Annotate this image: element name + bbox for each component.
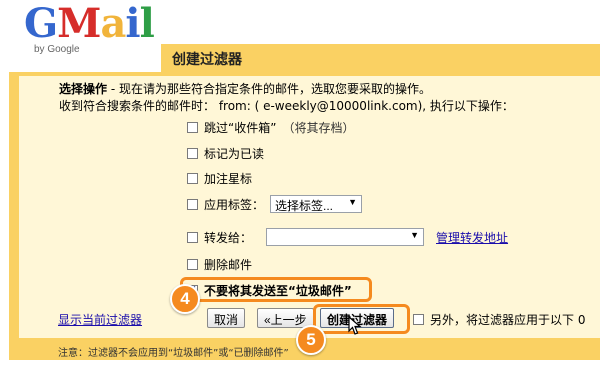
- option-mark-read[interactable]: 标记为已读: [187, 145, 264, 162]
- skip-inbox-checkbox[interactable]: [187, 122, 198, 133]
- intro-label: 选择操作: [59, 82, 108, 96]
- gmail-wordmark: GMail: [24, 0, 155, 47]
- step4-badge: 4: [170, 284, 200, 314]
- logo-letter-g: G: [24, 0, 58, 47]
- star-label: 加注星标: [204, 172, 253, 186]
- label-select-value: 选择标签...: [275, 199, 334, 213]
- delete-label: 删除邮件: [204, 258, 253, 272]
- option-star[interactable]: 加注星标: [187, 170, 252, 187]
- chevron-down-icon: ▼: [410, 230, 420, 240]
- page-header: 创建过滤器: [161, 44, 600, 72]
- label-select[interactable]: 选择标签... ▼: [270, 195, 363, 213]
- forward-select[interactable]: ▼: [266, 228, 425, 246]
- star-checkbox[interactable]: [187, 173, 198, 184]
- show-filters-link[interactable]: 显示当前过滤器: [58, 311, 142, 328]
- footnote: 注意：过滤器不会应用到“垃圾邮件”或“已删除邮件”: [58, 348, 289, 359]
- option-forward[interactable]: 转发给： ▼ 管理转发地址: [187, 228, 508, 246]
- chevron-down-icon: ▼: [348, 197, 358, 207]
- criteria-line: 收到符合搜索条件的邮件时： from: ( e-weekly@10000link…: [59, 99, 514, 113]
- apply-label-text: 应用标签：: [204, 197, 265, 212]
- skip-inbox-hint: （将其存档）: [282, 121, 355, 135]
- option-apply-label[interactable]: 应用标签： 选择标签... ▼: [187, 195, 363, 213]
- also-apply-label: 另外，将过滤器应用于以下 0: [430, 313, 586, 327]
- logo-byline: by Google: [34, 44, 80, 55]
- also-apply-checkbox[interactable]: [413, 314, 424, 325]
- forward-label: 转发给：: [204, 230, 253, 245]
- option-delete[interactable]: 删除邮件: [187, 256, 252, 273]
- option-skip-inbox[interactable]: 跳过“收件箱” （将其存档）: [187, 119, 354, 136]
- mark-read-checkbox[interactable]: [187, 148, 198, 159]
- apply-label-checkbox[interactable]: [187, 198, 198, 210]
- intro-line: 选择操作 - 现在请为那些符合指定条件的邮件，选取您要采取的操作。: [59, 80, 431, 97]
- skip-inbox-label: 跳过“收件箱”: [204, 121, 277, 135]
- gmail-logo: GMail by Google: [24, 0, 156, 64]
- option-also-apply[interactable]: 另外，将过滤器应用于以下 0: [413, 311, 585, 328]
- cancel-button[interactable]: 取消: [207, 308, 246, 328]
- logo-letter-a: a: [100, 0, 126, 47]
- manage-forward-link[interactable]: 管理转发地址: [436, 229, 508, 246]
- delete-checkbox[interactable]: [187, 259, 198, 270]
- step4-highlight: [180, 277, 372, 302]
- logo-letter-m: M: [57, 0, 101, 47]
- page-title: 创建过滤器: [172, 51, 242, 67]
- intro-text: - 现在请为那些符合指定条件的邮件，选取您要采取的操作。: [107, 82, 431, 96]
- mark-read-label: 标记为已读: [204, 147, 265, 161]
- forward-checkbox[interactable]: [187, 231, 198, 243]
- mouse-cursor-icon: [348, 316, 362, 335]
- logo-letter-i: i: [125, 0, 140, 47]
- logo-letter-l: l: [139, 0, 155, 47]
- step5-badge: 5: [296, 325, 326, 355]
